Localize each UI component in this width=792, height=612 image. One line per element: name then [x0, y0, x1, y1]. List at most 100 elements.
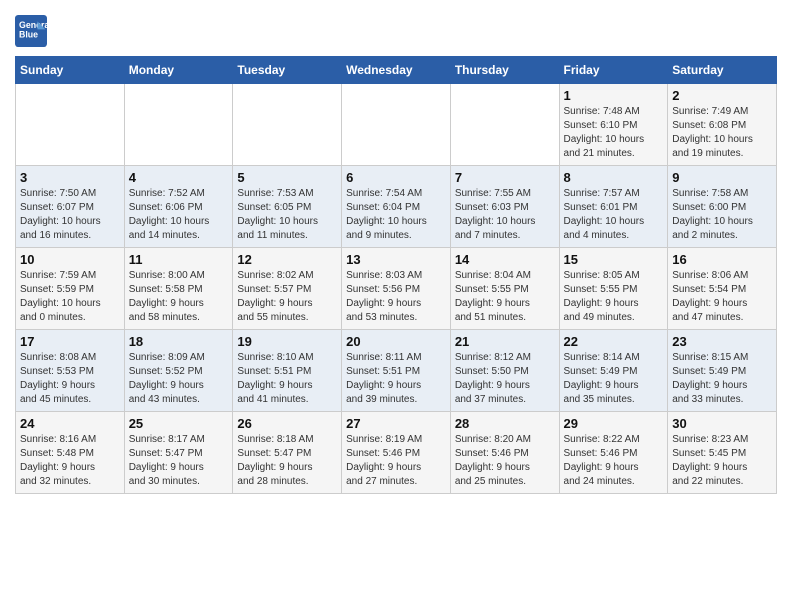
- day-info: Sunrise: 7:54 AM Sunset: 6:04 PM Dayligh…: [346, 187, 446, 243]
- day-info: Sunrise: 8:08 AM Sunset: 5:53 PM Dayligh…: [20, 351, 120, 407]
- calendar-cell: 16 Sunrise: 8:06 AM Sunset: 5:54 PM Dayli…: [668, 248, 777, 330]
- calendar-cell: 23Sunrise: 8:15 AM Sunset: 5:49 PM Dayli…: [668, 330, 777, 412]
- calendar-week-row: 10 Sunrise: 7:59 AM Sunset: 5:59 PM Dayli…: [16, 248, 777, 330]
- day-number: 16: [672, 252, 772, 267]
- day-info: Sunrise: 8:06 AM Sunset: 5:54 PM Dayligh…: [672, 269, 772, 325]
- calendar-cell: 22Sunrise: 8:14 AM Sunset: 5:49 PM Dayli…: [559, 330, 668, 412]
- column-header-tuesday: Tuesday: [233, 57, 342, 84]
- day-info: Sunrise: 7:58 AM Sunset: 6:00 PM Dayligh…: [672, 187, 772, 243]
- calendar-cell: 21 Sunrise: 8:12 AM Sunset: 5:50 PM Dayli…: [450, 330, 559, 412]
- calendar-cell: 13 Sunrise: 8:03 AM Sunset: 5:56 PM Dayli…: [342, 248, 451, 330]
- calendar-week-row: 24 Sunrise: 8:16 AM Sunset: 5:48 PM Dayli…: [16, 412, 777, 494]
- day-info: Sunrise: 8:15 AM Sunset: 5:49 PM Dayligh…: [672, 351, 772, 407]
- calendar-cell: 7 Sunrise: 7:55 AM Sunset: 6:03 PM Daylig…: [450, 166, 559, 248]
- calendar-cell: [16, 84, 125, 166]
- calendar-cell: 4 Sunrise: 7:52 AM Sunset: 6:06 PM Daylig…: [124, 166, 233, 248]
- calendar-cell: [342, 84, 451, 166]
- day-number: 8: [564, 170, 664, 185]
- day-info: Sunrise: 8:11 AM Sunset: 5:51 PM Dayligh…: [346, 351, 446, 407]
- day-number: 13: [346, 252, 446, 267]
- day-info: Sunrise: 8:22 AM Sunset: 5:46 PM Dayligh…: [564, 433, 664, 489]
- calendar-cell: 24 Sunrise: 8:16 AM Sunset: 5:48 PM Dayli…: [16, 412, 125, 494]
- logo: General Blue: [15, 15, 51, 47]
- day-info: Sunrise: 8:02 AM Sunset: 5:57 PM Dayligh…: [237, 269, 337, 325]
- calendar-cell: 15 Sunrise: 8:05 AM Sunset: 5:55 PM Dayli…: [559, 248, 668, 330]
- calendar-week-row: 3 Sunrise: 7:50 AM Sunset: 6:07 PM Daylig…: [16, 166, 777, 248]
- day-number: 9: [672, 170, 772, 185]
- calendar-cell: 27Sunrise: 8:19 AM Sunset: 5:46 PM Dayli…: [342, 412, 451, 494]
- calendar-cell: 6 Sunrise: 7:54 AM Sunset: 6:04 PM Daylig…: [342, 166, 451, 248]
- day-number: 24: [20, 416, 120, 431]
- calendar-cell: 9 Sunrise: 7:58 AM Sunset: 6:00 PM Daylig…: [668, 166, 777, 248]
- day-info: Sunrise: 8:03 AM Sunset: 5:56 PM Dayligh…: [346, 269, 446, 325]
- calendar-cell: 18 Sunrise: 8:09 AM Sunset: 5:52 PM Dayli…: [124, 330, 233, 412]
- day-number: 12: [237, 252, 337, 267]
- logo-icon: General Blue: [15, 15, 47, 47]
- calendar-cell: 1 Sunrise: 7:48 AM Sunset: 6:10 PM Daylig…: [559, 84, 668, 166]
- calendar-cell: 12 Sunrise: 8:02 AM Sunset: 5:57 PM Dayli…: [233, 248, 342, 330]
- day-number: 29: [564, 416, 664, 431]
- day-number: 18: [129, 334, 229, 349]
- day-number: 7: [455, 170, 555, 185]
- day-number: 17: [20, 334, 120, 349]
- day-info: Sunrise: 8:12 AM Sunset: 5:50 PM Dayligh…: [455, 351, 555, 407]
- day-number: 25: [129, 416, 229, 431]
- day-info: Sunrise: 7:50 AM Sunset: 6:07 PM Dayligh…: [20, 187, 120, 243]
- calendar-week-row: 17 Sunrise: 8:08 AM Sunset: 5:53 PM Dayli…: [16, 330, 777, 412]
- day-number: 4: [129, 170, 229, 185]
- day-info: Sunrise: 8:18 AM Sunset: 5:47 PM Dayligh…: [237, 433, 337, 489]
- day-info: Sunrise: 7:53 AM Sunset: 6:05 PM Dayligh…: [237, 187, 337, 243]
- day-number: 1: [564, 88, 664, 103]
- calendar-cell: [124, 84, 233, 166]
- column-header-thursday: Thursday: [450, 57, 559, 84]
- svg-text:Blue: Blue: [19, 29, 38, 39]
- calendar-cell: 30Sunrise: 8:23 AM Sunset: 5:45 PM Dayli…: [668, 412, 777, 494]
- day-number: 15: [564, 252, 664, 267]
- calendar-cell: 10 Sunrise: 7:59 AM Sunset: 5:59 PM Dayli…: [16, 248, 125, 330]
- calendar-cell: 19 Sunrise: 8:10 AM Sunset: 5:51 PM Dayli…: [233, 330, 342, 412]
- day-number: 14: [455, 252, 555, 267]
- calendar-cell: 2Sunrise: 7:49 AM Sunset: 6:08 PM Daylig…: [668, 84, 777, 166]
- page-header: General Blue: [15, 15, 777, 52]
- day-number: 5: [237, 170, 337, 185]
- calendar-cell: 29 Sunrise: 8:22 AM Sunset: 5:46 PM Dayli…: [559, 412, 668, 494]
- day-info: Sunrise: 8:14 AM Sunset: 5:49 PM Dayligh…: [564, 351, 664, 407]
- calendar-cell: 8 Sunrise: 7:57 AM Sunset: 6:01 PM Daylig…: [559, 166, 668, 248]
- day-info: Sunrise: 8:19 AM Sunset: 5:46 PM Dayligh…: [346, 433, 446, 489]
- day-number: 21: [455, 334, 555, 349]
- calendar-cell: 26 Sunrise: 8:18 AM Sunset: 5:47 PM Dayli…: [233, 412, 342, 494]
- day-info: Sunrise: 8:20 AM Sunset: 5:46 PM Dayligh…: [455, 433, 555, 489]
- day-number: 11: [129, 252, 229, 267]
- calendar-cell: [450, 84, 559, 166]
- calendar-header-row: SundayMondayTuesdayWednesdayThursdayFrid…: [16, 57, 777, 84]
- day-info: Sunrise: 7:55 AM Sunset: 6:03 PM Dayligh…: [455, 187, 555, 243]
- column-header-saturday: Saturday: [668, 57, 777, 84]
- calendar-cell: [233, 84, 342, 166]
- day-info: Sunrise: 8:10 AM Sunset: 5:51 PM Dayligh…: [237, 351, 337, 407]
- day-number: 6: [346, 170, 446, 185]
- calendar-cell: 11 Sunrise: 8:00 AM Sunset: 5:58 PM Dayli…: [124, 248, 233, 330]
- day-info: Sunrise: 8:09 AM Sunset: 5:52 PM Dayligh…: [129, 351, 229, 407]
- day-number: 10: [20, 252, 120, 267]
- column-header-friday: Friday: [559, 57, 668, 84]
- day-info: Sunrise: 8:05 AM Sunset: 5:55 PM Dayligh…: [564, 269, 664, 325]
- day-info: Sunrise: 8:17 AM Sunset: 5:47 PM Dayligh…: [129, 433, 229, 489]
- day-info: Sunrise: 7:59 AM Sunset: 5:59 PM Dayligh…: [20, 269, 120, 325]
- calendar-cell: 25 Sunrise: 8:17 AM Sunset: 5:47 PM Dayli…: [124, 412, 233, 494]
- calendar-table: SundayMondayTuesdayWednesdayThursdayFrid…: [15, 56, 777, 494]
- day-number: 26: [237, 416, 337, 431]
- day-info: Sunrise: 8:04 AM Sunset: 5:55 PM Dayligh…: [455, 269, 555, 325]
- day-info: Sunrise: 7:57 AM Sunset: 6:01 PM Dayligh…: [564, 187, 664, 243]
- day-info: Sunrise: 7:52 AM Sunset: 6:06 PM Dayligh…: [129, 187, 229, 243]
- day-info: Sunrise: 8:16 AM Sunset: 5:48 PM Dayligh…: [20, 433, 120, 489]
- day-number: 28: [455, 416, 555, 431]
- day-number: 20: [346, 334, 446, 349]
- day-info: Sunrise: 7:48 AM Sunset: 6:10 PM Dayligh…: [564, 105, 664, 161]
- calendar-cell: 3 Sunrise: 7:50 AM Sunset: 6:07 PM Daylig…: [16, 166, 125, 248]
- column-header-wednesday: Wednesday: [342, 57, 451, 84]
- day-number: 3: [20, 170, 120, 185]
- day-number: 2: [672, 88, 772, 103]
- day-number: 19: [237, 334, 337, 349]
- day-info: Sunrise: 8:00 AM Sunset: 5:58 PM Dayligh…: [129, 269, 229, 325]
- day-number: 30: [672, 416, 772, 431]
